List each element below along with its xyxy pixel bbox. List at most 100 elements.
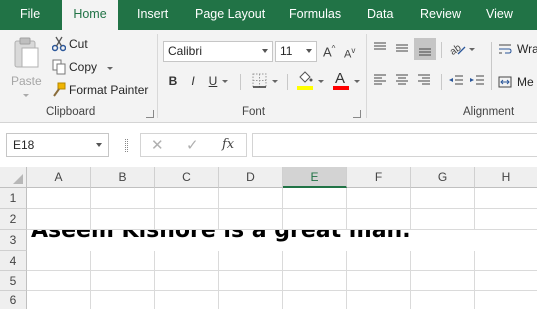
tab-view[interactable]: View: [486, 0, 513, 30]
borders-icon: [252, 73, 267, 88]
align-bottom-icon: [419, 48, 431, 56]
underline-button[interactable]: U: [204, 72, 222, 90]
cut-button[interactable]: Cut: [50, 34, 100, 54]
merge-center-button[interactable]: Me: [497, 73, 537, 93]
formula-bar-grip-icon[interactable]: [125, 139, 128, 152]
copy-dropdown-arrow: [107, 67, 113, 70]
formula-input[interactable]: [252, 133, 537, 157]
divider: [287, 74, 288, 90]
increase-indent-button[interactable]: [469, 72, 487, 90]
insert-function-icon[interactable]: fx: [222, 137, 234, 152]
increase-font-size-button[interactable]: A^: [322, 42, 338, 60]
row-header-4[interactable]: 4: [0, 251, 27, 271]
fill-color-button[interactable]: [296, 70, 326, 92]
italic-button[interactable]: I: [184, 72, 202, 90]
group-divider: [157, 34, 158, 118]
orientation-dropdown-arrow: [469, 48, 475, 51]
font-color-swatch: [333, 86, 349, 90]
column-header-g[interactable]: G: [411, 167, 475, 188]
select-all-button[interactable]: [0, 167, 27, 188]
row-header-1[interactable]: 1: [0, 188, 27, 209]
align-center-button[interactable]: [394, 72, 412, 90]
name-box[interactable]: E18: [6, 133, 109, 157]
format-painter-button[interactable]: Format Painter: [50, 80, 150, 100]
name-box-value: E18: [13, 138, 35, 152]
font-size-select[interactable]: 11: [275, 41, 317, 62]
row-header-2[interactable]: 2: [0, 209, 27, 230]
tab-data[interactable]: Data: [367, 0, 393, 30]
align-top-icon: [374, 42, 386, 50]
wrap-text-button[interactable]: Wra: [497, 40, 537, 60]
increase-indent-icon: [470, 75, 484, 85]
merge-icon: [498, 76, 512, 88]
orientation-icon: ab: [448, 42, 466, 58]
bottom-align-button[interactable]: [414, 38, 436, 60]
clipboard-launcher-icon[interactable]: [146, 110, 154, 118]
font-name-select[interactable]: Calibri: [163, 41, 273, 62]
tab-formulas[interactable]: Formulas: [289, 0, 341, 30]
merge-label: Me: [517, 75, 534, 89]
select-all-icon: [13, 174, 23, 184]
tab-file[interactable]: File: [20, 0, 40, 30]
fill-color-dropdown-arrow: [318, 80, 324, 83]
column-header-d[interactable]: D: [219, 167, 283, 188]
divider: [441, 74, 442, 90]
enter-icon[interactable]: ✓: [186, 136, 199, 154]
borders-button[interactable]: [251, 72, 281, 90]
alignment-group-label: Alignment: [463, 106, 515, 118]
column-header-f[interactable]: F: [347, 167, 411, 188]
row-3-cells: Aseem Kishore is a great man.: [27, 230, 537, 251]
format-painter-label: Format Painter: [69, 83, 149, 97]
tab-page-layout[interactable]: Page Layout: [195, 0, 265, 30]
font-size-value: 11: [280, 44, 293, 58]
row-header-6[interactable]: 6: [0, 291, 27, 309]
paint-bucket-icon: [299, 71, 313, 83]
paste-button[interactable]: Paste: [6, 34, 44, 100]
tab-insert[interactable]: Insert: [137, 0, 168, 30]
tab-review[interactable]: Review: [420, 0, 461, 30]
font-color-button[interactable]: A: [332, 70, 362, 92]
decrease-indent-icon: [449, 75, 463, 85]
middle-align-button[interactable]: [394, 40, 412, 58]
underline-dropdown-arrow[interactable]: [222, 80, 228, 83]
decrease-font-size-button[interactable]: Av: [343, 42, 359, 61]
copy-label: Copy: [69, 60, 98, 74]
cut-label: Cut: [69, 37, 88, 51]
divider: [240, 74, 241, 90]
tab-home[interactable]: Home: [62, 0, 118, 30]
chevron-down-icon: [306, 49, 312, 53]
align-right-button[interactable]: [416, 72, 434, 90]
bold-button[interactable]: B: [164, 72, 182, 90]
ribbon-tab-bar: File Home Insert Page Layout Formulas Da…: [0, 0, 537, 30]
column-header-b[interactable]: B: [91, 167, 155, 188]
font-launcher-icon[interactable]: [353, 110, 361, 118]
wrap-text-icon: [499, 44, 512, 54]
divider: [491, 42, 492, 90]
decrease-font-icon: Av: [344, 46, 356, 61]
ribbon-home: Paste Cut Copy Format Painter Clipboard …: [0, 30, 537, 123]
paste-dropdown-arrow: [23, 94, 29, 97]
column-header-h[interactable]: H: [475, 167, 537, 188]
wrap-text-label: Wra: [517, 42, 537, 56]
top-align-button[interactable]: [372, 40, 390, 58]
row-header-5[interactable]: 5: [0, 271, 27, 291]
chevron-down-icon: [96, 143, 102, 147]
cell-a3-text[interactable]: Aseem Kishore is a great man.: [31, 230, 411, 245]
font-name-value: Calibri: [168, 44, 203, 58]
formula-buttons: ✕ ✓ fx: [140, 133, 247, 157]
row-header-3[interactable]: 3: [0, 230, 27, 251]
copy-button[interactable]: Copy: [50, 57, 120, 77]
orientation-button[interactable]: ab: [448, 40, 477, 58]
column-header-c[interactable]: C: [155, 167, 219, 188]
group-divider: [366, 34, 367, 118]
worksheet-grid[interactable]: A B C D E F G H 1 2 3 4 5 6 Aseem Kishor…: [0, 167, 537, 309]
font-color-dropdown-arrow: [354, 80, 360, 83]
align-left-icon: [374, 74, 386, 85]
cancel-icon[interactable]: ✕: [151, 136, 164, 154]
font-color-icon: A: [335, 70, 346, 87]
column-header-a[interactable]: A: [27, 167, 91, 188]
divider: [441, 42, 442, 58]
column-header-e[interactable]: E: [283, 167, 347, 188]
decrease-indent-button[interactable]: [448, 72, 466, 90]
align-left-button[interactable]: [372, 72, 390, 90]
